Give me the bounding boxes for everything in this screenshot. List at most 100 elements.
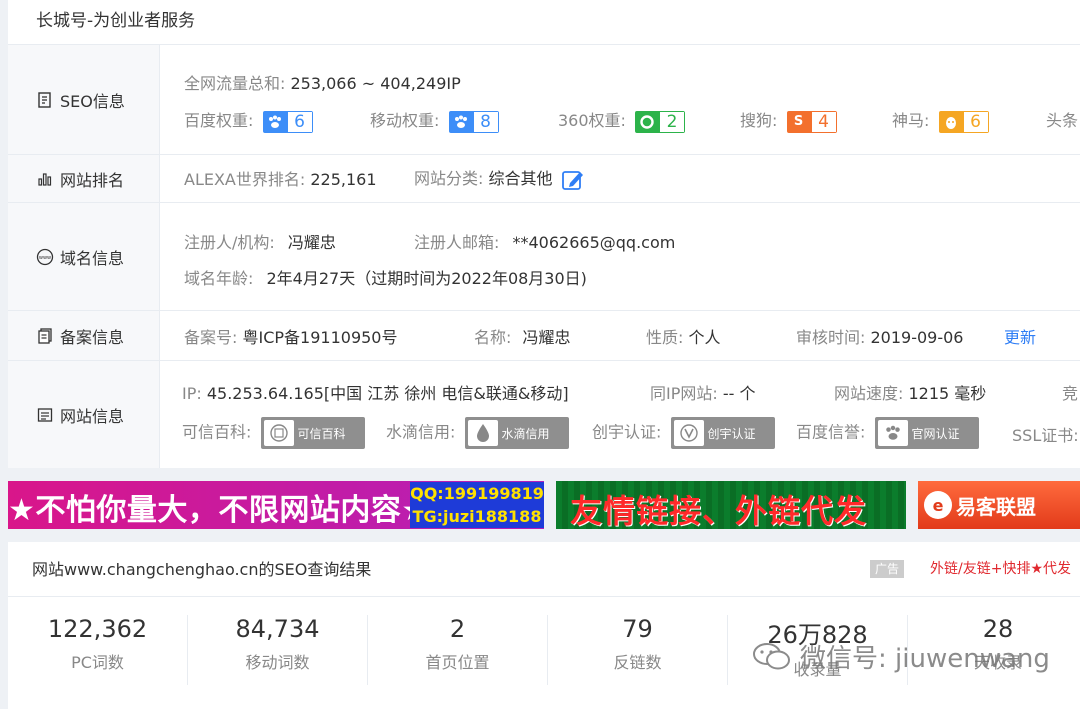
- stat-value: 79: [622, 615, 653, 643]
- icp-audit-label: 审核时间:: [796, 328, 866, 347]
- ad2-text: 友情链接、外链代发: [570, 492, 868, 529]
- sogou-weight-value: 4: [810, 110, 837, 133]
- mobile-weight-label: 移动权重:: [370, 111, 440, 130]
- siteinfo-row: 网站信息 IP: 45.253.64.165[中国 江苏 徐州 电信&联通&移动…: [8, 360, 1080, 468]
- sameip-value: -- 个: [722, 384, 756, 403]
- mobile-weight-badge[interactable]: 8: [448, 110, 499, 133]
- ad3-text: 易客联盟: [956, 495, 1036, 519]
- paw-icon: [262, 110, 287, 133]
- copy-icon: [36, 327, 54, 345]
- stat-home-position[interactable]: 2 首页位置: [368, 615, 548, 685]
- icp-nature-label: 性质:: [646, 328, 684, 347]
- stat-backlinks[interactable]: 79 反链数: [548, 615, 728, 685]
- seo-results-card: 网站www.changchenghao.cn的SEO查询结果 广告 外链/友链+…: [8, 542, 1080, 709]
- stat-label: PC词数: [71, 653, 124, 672]
- kexin-icon: [263, 420, 294, 446]
- icp-head-label: 备案信息: [60, 327, 125, 347]
- sameip-label: 同IP网站:: [650, 384, 718, 403]
- alexa-rank: ALEXA世界排名: 225,161: [184, 166, 377, 190]
- baidu-credit-label: 百度信誉:: [796, 422, 866, 442]
- sogou-weight-label: 搜狗:: [740, 111, 778, 130]
- document-icon: [36, 91, 54, 109]
- domain-row-head: www 域名信息: [8, 203, 160, 310]
- www-icon: www: [36, 248, 54, 266]
- seo-head-label: SEO信息: [60, 91, 125, 111]
- toutiao-weight-label: 头条: [1046, 111, 1079, 130]
- seo-row-head: SEO信息: [8, 45, 160, 154]
- icp-name-value: 冯耀忠: [522, 328, 571, 347]
- baidu-weight-value: 6: [286, 110, 313, 133]
- stat-value: 122,362: [47, 615, 148, 643]
- shuidi-badge-text: 水滴信用: [501, 426, 550, 441]
- chuangyu-label: 创宇认证:: [592, 422, 662, 442]
- traffic-label: 全网流量总和:: [184, 74, 286, 93]
- bar-chart-icon: [36, 170, 54, 188]
- baidu-weight: 百度权重: 6: [184, 107, 313, 133]
- ranking-row: 网站排名 ALEXA世界排名: 225,161 网站分类: 综合其他: [8, 154, 1080, 202]
- ip-label: IP:: [182, 384, 202, 403]
- ranking-row-head: 网站排名: [8, 155, 160, 202]
- shenma-weight-badge[interactable]: 6: [938, 110, 989, 133]
- shenma-icon: [938, 110, 963, 133]
- trail-label: 竞: [1062, 384, 1079, 403]
- results-ad-link[interactable]: 外链/友链+快排★代发: [930, 558, 1071, 578]
- chuangyu-cert: 创宇认证: 创宇认证: [592, 417, 775, 449]
- domain-head-label: 域名信息: [60, 248, 125, 268]
- seo-row: SEO信息 全网流量总和: 253,066 ~ 404,249IP 百度权重: …: [8, 44, 1080, 154]
- 360-weight-badge[interactable]: 2: [635, 110, 686, 133]
- siteinfo-head-label: 网站信息: [60, 406, 125, 426]
- paw-icon: [448, 110, 473, 133]
- stat-mobile-words[interactable]: 84,734 移动词数: [188, 615, 368, 685]
- shuidi-badge[interactable]: 水滴信用: [464, 417, 569, 449]
- sogou-weight-badge[interactable]: S 4: [786, 110, 837, 133]
- icp-number: 备案号: 粤ICP备19110950号: [184, 324, 397, 348]
- ad1-qq: QQ:199199819: [410, 482, 544, 505]
- shuidi-label: 水滴信用:: [386, 422, 456, 442]
- icp-update-link[interactable]: 更新: [1004, 324, 1036, 348]
- edit-icon[interactable]: [561, 169, 584, 191]
- water-drop-icon: [467, 420, 498, 446]
- ad-banner-traffic[interactable]: ★不怕你量大，不限网站内容★ QQ:199199819 TG:juzi18818…: [8, 481, 544, 529]
- 360-weight: 360权重: 2: [558, 107, 686, 133]
- site-category: 网站分类: 综合其他: [414, 165, 584, 191]
- kexin-badge-text: 可信百科: [297, 426, 346, 441]
- icp-row: 备案信息 备案号: 粤ICP备19110950号 名称: 冯耀忠 性质: 个人 …: [8, 310, 1080, 360]
- ad-banner-links[interactable]: 友情链接、外链代发: [556, 481, 906, 529]
- ad-banner-yike[interactable]: e 易客联盟: [918, 481, 1080, 529]
- ssl-label: SSL证书:: [1012, 426, 1079, 445]
- page-title: 长城号-为创业者服务: [36, 11, 196, 31]
- email-label: 注册人邮箱:: [414, 233, 500, 252]
- icp-audit: 审核时间: 2019-09-06: [796, 324, 963, 348]
- registrant-label: 注册人/机构:: [184, 233, 275, 252]
- icp-name-label: 名称:: [474, 328, 512, 347]
- registrant-email: 注册人邮箱: **4062665@qq.com: [414, 229, 675, 253]
- kexin-label: 可信百科:: [182, 422, 252, 442]
- kexin-badge[interactable]: 可信百科: [260, 417, 365, 449]
- 360-weight-label: 360权重:: [558, 111, 626, 130]
- chuangyu-badge[interactable]: 创宇认证: [670, 417, 775, 449]
- mobile-weight-value: 8: [472, 110, 499, 133]
- kexin-cert: 可信百科: 可信百科: [182, 417, 365, 449]
- speed-label: 网站速度:: [834, 384, 904, 403]
- ad-tag: 广告: [870, 560, 904, 578]
- 360-icon: [635, 110, 660, 133]
- shuidi-cert: 水滴信用: 水滴信用: [386, 417, 569, 449]
- alexa-value: 225,161: [310, 170, 377, 189]
- ad1-text: ★不怕你量大，不限网站内容★: [8, 493, 429, 528]
- sogou-icon: S: [786, 110, 811, 133]
- svg-text:www: www: [39, 255, 51, 261]
- icp-number-label: 备案号:: [184, 328, 238, 347]
- stat-label: 首页位置: [425, 653, 490, 672]
- stat-pc-words[interactable]: 122,362 PC词数: [8, 615, 188, 685]
- domain-row: www 域名信息 注册人/机构: 冯耀忠 注册人邮箱: **4062665@qq…: [8, 202, 1080, 310]
- stat-label: 移动词数: [245, 653, 310, 672]
- stat-value: 84,734: [235, 615, 320, 643]
- baidu-weight-badge[interactable]: 6: [262, 110, 313, 133]
- ad1-tg: TG:juzi188188: [410, 505, 544, 528]
- domain-age: 域名年龄: 2年4月27天（过期时间为2022年08月30日): [184, 265, 587, 289]
- ip-info: IP: 45.253.64.165[中国 江苏 徐州 电信&联通&移动]: [182, 380, 569, 404]
- category-value: 综合其他: [488, 169, 553, 188]
- registrant: 注册人/机构: 冯耀忠: [184, 229, 336, 253]
- 360-weight-value: 2: [659, 110, 686, 133]
- baidu-credit-badge[interactable]: 官网认证: [874, 417, 979, 449]
